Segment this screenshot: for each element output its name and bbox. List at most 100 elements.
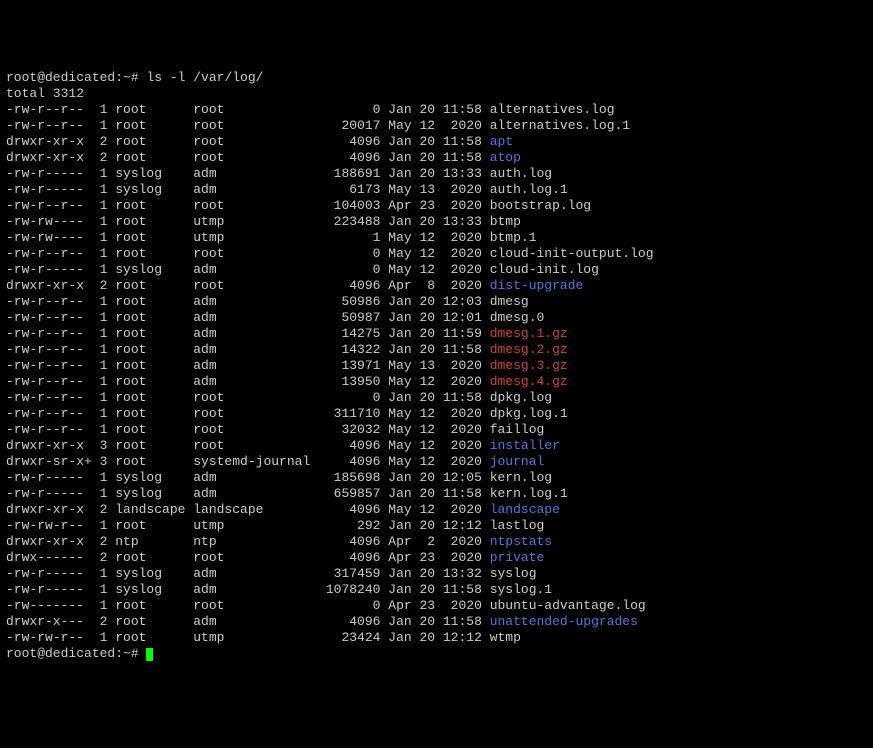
file-name: dmesg	[490, 294, 529, 309]
listing-row: -rw-r--r-- 1 root adm 13971 May 13 2020 …	[6, 358, 867, 374]
prompt: root@dedicated:~#	[6, 646, 139, 661]
listing-row: -rw-r--r-- 1 root root 0 Jan 20 11:58 al…	[6, 102, 867, 118]
row-meta: -rw-r----- 1 syslog adm 1078240 Jan 20 1…	[6, 582, 490, 597]
row-meta: drwxr-sr-x+ 3 root systemd-journal 4096 …	[6, 454, 490, 469]
row-meta: -rw-rw---- 1 root utmp 1 May 12 2020	[6, 230, 490, 245]
row-meta: -rw-r--r-- 1 root root 20017 May 12 2020	[6, 118, 490, 133]
row-meta: -rw-rw-r-- 1 root utmp 23424 Jan 20 12:1…	[6, 630, 490, 645]
listing-row: -rw-r--r-- 1 root root 311710 May 12 202…	[6, 406, 867, 422]
row-meta: drwxr-xr-x 2 root root 4096 Apr 8 2020	[6, 278, 490, 293]
file-name: private	[490, 550, 545, 565]
command: ls -l /var/log/	[146, 70, 263, 85]
listing-row: drwxr-xr-x 2 landscape landscape 4096 Ma…	[6, 502, 867, 518]
prompt: root@dedicated:~#	[6, 70, 139, 85]
file-name: dmesg.4.gz	[490, 374, 568, 389]
listing-row: -rw-r----- 1 syslog adm 188691 Jan 20 13…	[6, 166, 867, 182]
listing-row: -rw-r--r-- 1 root root 20017 May 12 2020…	[6, 118, 867, 134]
row-meta: -rw-r--r-- 1 root root 311710 May 12 202…	[6, 406, 490, 421]
file-name: dmesg.3.gz	[490, 358, 568, 373]
file-name: syslog	[490, 566, 537, 581]
listing-row: drwxr-xr-x 3 root root 4096 May 12 2020 …	[6, 438, 867, 454]
row-meta: -rw------- 1 root root 0 Apr 23 2020	[6, 598, 490, 613]
total-line: total 3312	[6, 86, 867, 102]
listing-row: drwx------ 2 root root 4096 Apr 23 2020 …	[6, 550, 867, 566]
final-prompt-line: root@dedicated:~#	[6, 646, 867, 662]
listing-row: -rw-rw-r-- 1 root utmp 23424 Jan 20 12:1…	[6, 630, 867, 646]
listing-row: -rw-r--r-- 1 root root 0 May 12 2020 clo…	[6, 246, 867, 262]
file-name: alternatives.log	[490, 102, 615, 117]
file-name: landscape	[490, 502, 560, 517]
listing-row: -rw-r----- 1 syslog adm 185698 Jan 20 12…	[6, 470, 867, 486]
file-name: installer	[490, 438, 560, 453]
file-name: lastlog	[490, 518, 545, 533]
row-meta: -rw-rw---- 1 root utmp 223488 Jan 20 13:…	[6, 214, 490, 229]
row-meta: -rw-r--r-- 1 root adm 13950 May 12 2020	[6, 374, 490, 389]
file-name: dpkg.log	[490, 390, 552, 405]
listing-row: -rw-rw-r-- 1 root utmp 292 Jan 20 12:12 …	[6, 518, 867, 534]
file-name: kern.log	[490, 470, 552, 485]
listing-row: drwxr-xr-x 2 root root 4096 Jan 20 11:58…	[6, 150, 867, 166]
row-meta: -rw-r----- 1 syslog adm 188691 Jan 20 13…	[6, 166, 490, 181]
listing-row: -rw-r--r-- 1 root adm 14275 Jan 20 11:59…	[6, 326, 867, 342]
row-meta: drwxr-x--- 2 root adm 4096 Jan 20 11:58	[6, 614, 490, 629]
row-meta: -rw-rw-r-- 1 root utmp 292 Jan 20 12:12	[6, 518, 490, 533]
listing-row: drwxr-xr-x 2 root root 4096 Jan 20 11:58…	[6, 134, 867, 150]
listing-row: -rw-r----- 1 syslog adm 0 May 12 2020 cl…	[6, 262, 867, 278]
file-name: syslog.1	[490, 582, 552, 597]
row-meta: drwxr-xr-x 3 root root 4096 May 12 2020	[6, 438, 490, 453]
row-meta: -rw-r----- 1 syslog adm 185698 Jan 20 12…	[6, 470, 490, 485]
file-name: apt	[490, 134, 513, 149]
listing-row: -rw-r--r-- 1 root root 0 Jan 20 11:58 dp…	[6, 390, 867, 406]
listing-row: -rw------- 1 root root 0 Apr 23 2020 ubu…	[6, 598, 867, 614]
command-line: root@dedicated:~# ls -l /var/log/	[6, 70, 867, 86]
row-meta: -rw-r--r-- 1 root adm 14275 Jan 20 11:59	[6, 326, 490, 341]
file-name: atop	[490, 150, 521, 165]
listing-row: -rw-r--r-- 1 root root 104003 Apr 23 202…	[6, 198, 867, 214]
listing-row: -rw-r----- 1 syslog adm 1078240 Jan 20 1…	[6, 582, 867, 598]
terminal[interactable]: root@dedicated:~# ls -l /var/log/total 3…	[6, 70, 867, 662]
listing-row: -rw-r----- 1 syslog adm 659857 Jan 20 11…	[6, 486, 867, 502]
file-name: bootstrap.log	[490, 198, 591, 213]
file-name: journal	[490, 454, 545, 469]
listing-row: drwxr-x--- 2 root adm 4096 Jan 20 11:58 …	[6, 614, 867, 630]
row-meta: drwxr-xr-x 2 ntp ntp 4096 Apr 2 2020	[6, 534, 490, 549]
row-meta: -rw-r--r-- 1 root root 104003 Apr 23 202…	[6, 198, 490, 213]
row-meta: -rw-r----- 1 syslog adm 317459 Jan 20 13…	[6, 566, 490, 581]
file-name: alternatives.log.1	[490, 118, 630, 133]
listing-row: -rw-r--r-- 1 root adm 50986 Jan 20 12:03…	[6, 294, 867, 310]
listing-row: -rw-r----- 1 syslog adm 6173 May 13 2020…	[6, 182, 867, 198]
listing-row: drwxr-sr-x+ 3 root systemd-journal 4096 …	[6, 454, 867, 470]
row-meta: -rw-r--r-- 1 root adm 14322 Jan 20 11:58	[6, 342, 490, 357]
listing-row: -rw-r--r-- 1 root adm 14322 Jan 20 11:58…	[6, 342, 867, 358]
listing-row: -rw-r--r-- 1 root adm 13950 May 12 2020 …	[6, 374, 867, 390]
file-name: ubuntu-advantage.log	[490, 598, 646, 613]
row-meta: drwx------ 2 root root 4096 Apr 23 2020	[6, 550, 490, 565]
row-meta: -rw-r----- 1 syslog adm 0 May 12 2020	[6, 262, 490, 277]
listing-row: drwxr-xr-x 2 ntp ntp 4096 Apr 2 2020 ntp…	[6, 534, 867, 550]
listing-row: drwxr-xr-x 2 root root 4096 Apr 8 2020 d…	[6, 278, 867, 294]
file-name: auth.log	[490, 166, 552, 181]
row-meta: -rw-r----- 1 syslog adm 659857 Jan 20 11…	[6, 486, 490, 501]
file-name: faillog	[490, 422, 545, 437]
listing-row: -rw-r--r-- 1 root root 32032 May 12 2020…	[6, 422, 867, 438]
file-name: ntpstats	[490, 534, 552, 549]
row-meta: -rw-r--r-- 1 root root 0 Jan 20 11:58	[6, 102, 490, 117]
row-meta: drwxr-xr-x 2 root root 4096 Jan 20 11:58	[6, 150, 490, 165]
row-meta: -rw-r--r-- 1 root root 0 May 12 2020	[6, 246, 490, 261]
row-meta: drwxr-xr-x 2 root root 4096 Jan 20 11:58	[6, 134, 490, 149]
file-name: kern.log.1	[490, 486, 568, 501]
file-name: dmesg.0	[490, 310, 545, 325]
file-name: dist-upgrade	[490, 278, 584, 293]
file-name: dmesg.2.gz	[490, 342, 568, 357]
file-name: unattended-upgrades	[490, 614, 638, 629]
row-meta: drwxr-xr-x 2 landscape landscape 4096 Ma…	[6, 502, 490, 517]
row-meta: -rw-r--r-- 1 root adm 13971 May 13 2020	[6, 358, 490, 373]
listing-row: -rw-rw---- 1 root utmp 1 May 12 2020 btm…	[6, 230, 867, 246]
file-name: dmesg.1.gz	[490, 326, 568, 341]
file-name: cloud-init.log	[490, 262, 599, 277]
row-meta: -rw-r--r-- 1 root adm 50986 Jan 20 12:03	[6, 294, 490, 309]
file-name: btmp.1	[490, 230, 537, 245]
listing-row: -rw-r----- 1 syslog adm 317459 Jan 20 13…	[6, 566, 867, 582]
file-name: btmp	[490, 214, 521, 229]
row-meta: -rw-r--r-- 1 root root 0 Jan 20 11:58	[6, 390, 490, 405]
